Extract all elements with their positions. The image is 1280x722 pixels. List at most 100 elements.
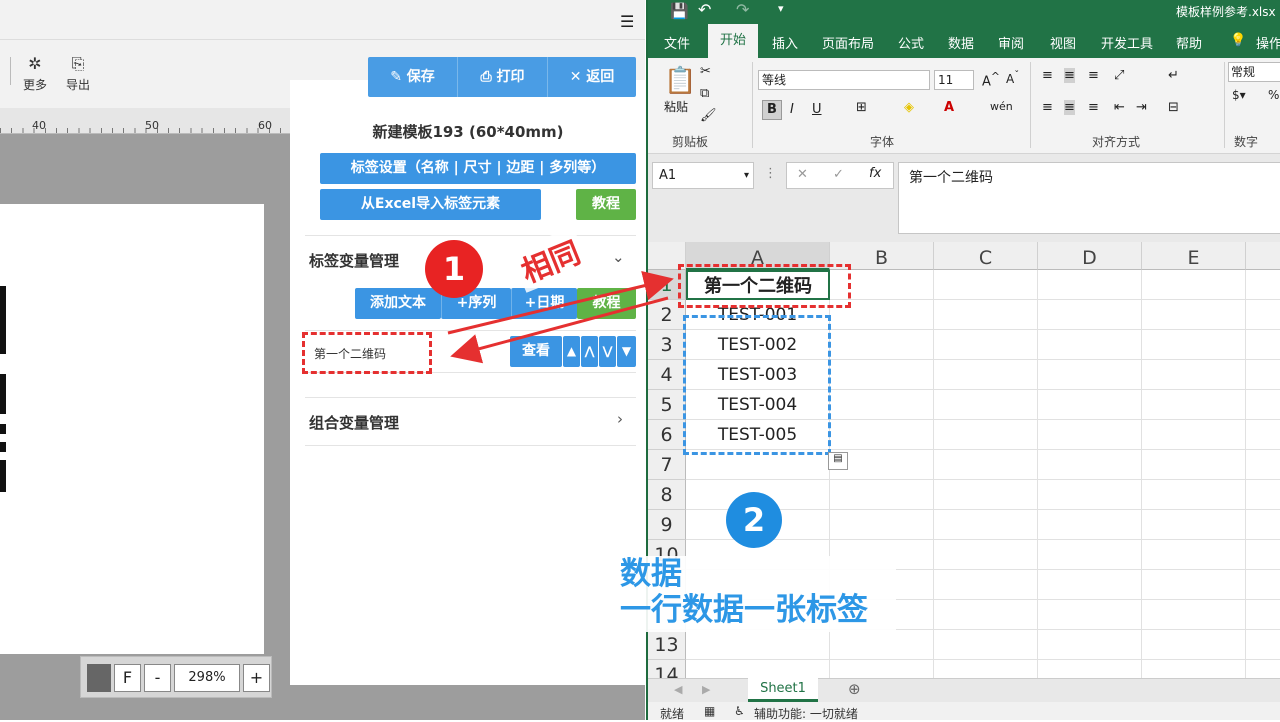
- accessibility-icon[interactable]: ♿: [734, 704, 745, 718]
- grid-cell[interactable]: [1246, 630, 1280, 660]
- grid-cell[interactable]: [1142, 390, 1246, 420]
- grid-cell[interactable]: [830, 630, 934, 660]
- decrease-indent-icon[interactable]: ⇤: [1114, 100, 1125, 115]
- grid-cell[interactable]: [1038, 360, 1142, 390]
- orientation-icon[interactable]: ⤢: [1114, 68, 1124, 83]
- tutorial-button[interactable]: 教程: [576, 189, 636, 220]
- grid-cell[interactable]: [1038, 540, 1142, 570]
- print-button[interactable]: ⎙ 打印: [458, 57, 547, 97]
- underline-button[interactable]: U: [812, 102, 822, 117]
- grid-cell[interactable]: [686, 510, 830, 540]
- number-format-select[interactable]: 常规: [1228, 62, 1280, 82]
- grid-cell[interactable]: TEST-005: [686, 420, 830, 450]
- grid-cell[interactable]: [830, 480, 934, 510]
- grid-cell[interactable]: [1038, 450, 1142, 480]
- grid-cell[interactable]: [1246, 450, 1280, 480]
- grid-cell[interactable]: [830, 420, 934, 450]
- wrap-text-icon[interactable]: ↵: [1168, 68, 1179, 83]
- grid-cell[interactable]: [686, 630, 830, 660]
- grid-cell[interactable]: TEST-003: [686, 360, 830, 390]
- tab-home[interactable]: 开始: [708, 24, 758, 58]
- save-button[interactable]: ✎ 保存: [368, 57, 457, 97]
- grid-cell[interactable]: [686, 450, 830, 480]
- row-header[interactable]: 8: [648, 480, 686, 510]
- grid-cell[interactable]: [934, 390, 1038, 420]
- tab-page-layout[interactable]: 页面布局: [822, 33, 874, 52]
- column-header[interactable]: C: [934, 242, 1038, 270]
- font-color-icon[interactable]: A: [944, 100, 954, 115]
- grid-cell[interactable]: [1246, 360, 1280, 390]
- select-all-corner[interactable]: [648, 242, 686, 270]
- merge-icon[interactable]: ⊟: [1168, 100, 1179, 115]
- more-button[interactable]: ✲ 更多: [20, 54, 50, 93]
- tab-file[interactable]: 文件: [664, 33, 690, 52]
- grid-cell[interactable]: [830, 510, 934, 540]
- tutorial-button-2[interactable]: 教程: [577, 288, 636, 319]
- grid-cell[interactable]: [934, 420, 1038, 450]
- italic-button[interactable]: I: [790, 102, 794, 117]
- grid-cell[interactable]: [1246, 330, 1280, 360]
- zoom-out-button[interactable]: -: [144, 664, 171, 692]
- cut-icon[interactable]: ✂: [700, 64, 711, 79]
- row-header[interactable]: 4: [648, 360, 686, 390]
- column-header[interactable]: D: [1038, 242, 1142, 270]
- grid-cell[interactable]: [1038, 510, 1142, 540]
- add-date-button[interactable]: +日期: [511, 288, 577, 319]
- variable-name[interactable]: 第一个二维码: [314, 345, 386, 362]
- grid-cell[interactable]: [1142, 360, 1246, 390]
- fill-color-icon[interactable]: ◈: [904, 100, 914, 115]
- phonetic-icon[interactable]: wén: [990, 100, 1013, 113]
- grid-cell[interactable]: [830, 660, 934, 678]
- back-button[interactable]: ✕ 返回: [548, 57, 636, 97]
- grid-cell[interactable]: [830, 270, 934, 300]
- grid-cell[interactable]: [1038, 600, 1142, 630]
- column-header[interactable]: E: [1142, 242, 1246, 270]
- grid-cell[interactable]: [1246, 660, 1280, 678]
- align-middle-icon[interactable]: ≡: [1064, 68, 1075, 83]
- undo-icon[interactable]: ↶: [698, 0, 711, 19]
- row-header[interactable]: 1: [648, 270, 686, 300]
- label-settings-button[interactable]: 标签设置（名称 | 尺寸 | 边距 | 多列等）: [320, 153, 636, 184]
- add-sheet-icon[interactable]: ⊕: [848, 680, 861, 698]
- save-icon[interactable]: 💾: [670, 2, 689, 20]
- font-name-select[interactable]: 等线: [758, 70, 930, 90]
- enter-icon[interactable]: ✓: [833, 167, 844, 182]
- move-down-button[interactable]: ⋁: [599, 336, 616, 367]
- grid-cell[interactable]: [1038, 300, 1142, 330]
- grid-cell[interactable]: [1246, 570, 1280, 600]
- grid-cell[interactable]: TEST-002: [686, 330, 830, 360]
- grid-cell[interactable]: [830, 450, 934, 480]
- export-button[interactable]: ⎘ 导出: [62, 54, 94, 93]
- grid-cell[interactable]: [1038, 390, 1142, 420]
- chevron-right-icon[interactable]: ›: [617, 410, 623, 428]
- customize-quick-access-icon[interactable]: ▾: [778, 2, 784, 15]
- align-center-icon[interactable]: ≡: [1064, 100, 1075, 115]
- grid-cell[interactable]: [1246, 600, 1280, 630]
- zoom-level[interactable]: 298%: [174, 664, 240, 692]
- column-header[interactable]: [1246, 242, 1280, 270]
- grid-cell[interactable]: 第一个二维码: [686, 270, 830, 300]
- grid-cell[interactable]: [830, 360, 934, 390]
- grid-cell[interactable]: TEST-001: [686, 300, 830, 330]
- grid-cell[interactable]: [1246, 480, 1280, 510]
- grid-cell[interactable]: [830, 570, 934, 600]
- move-bottom-button[interactable]: ▼: [617, 336, 636, 367]
- align-top-icon[interactable]: ≡: [1042, 68, 1053, 83]
- grid-cell[interactable]: [934, 660, 1038, 678]
- align-right-icon[interactable]: ≡: [1088, 100, 1099, 115]
- decrease-font-icon[interactable]: Aˇ: [1006, 70, 1019, 86]
- increase-font-icon[interactable]: A^: [982, 70, 1000, 89]
- grid-cell[interactable]: [686, 600, 830, 630]
- grid-cell[interactable]: [1142, 510, 1246, 540]
- borders-icon[interactable]: ⊞: [856, 100, 867, 115]
- grid-cell[interactable]: [1038, 630, 1142, 660]
- grid-cell[interactable]: [686, 540, 830, 570]
- grid-cell[interactable]: [830, 390, 934, 420]
- grid-cell[interactable]: [830, 600, 934, 630]
- next-sheet-icon[interactable]: ▶: [702, 683, 710, 696]
- row-header[interactable]: 6: [648, 420, 686, 450]
- chevron-down-icon[interactable]: ⌄: [612, 248, 625, 266]
- paste-icon[interactable]: 📋: [664, 66, 696, 96]
- grid-cell[interactable]: [1038, 420, 1142, 450]
- grid-cell[interactable]: [1246, 390, 1280, 420]
